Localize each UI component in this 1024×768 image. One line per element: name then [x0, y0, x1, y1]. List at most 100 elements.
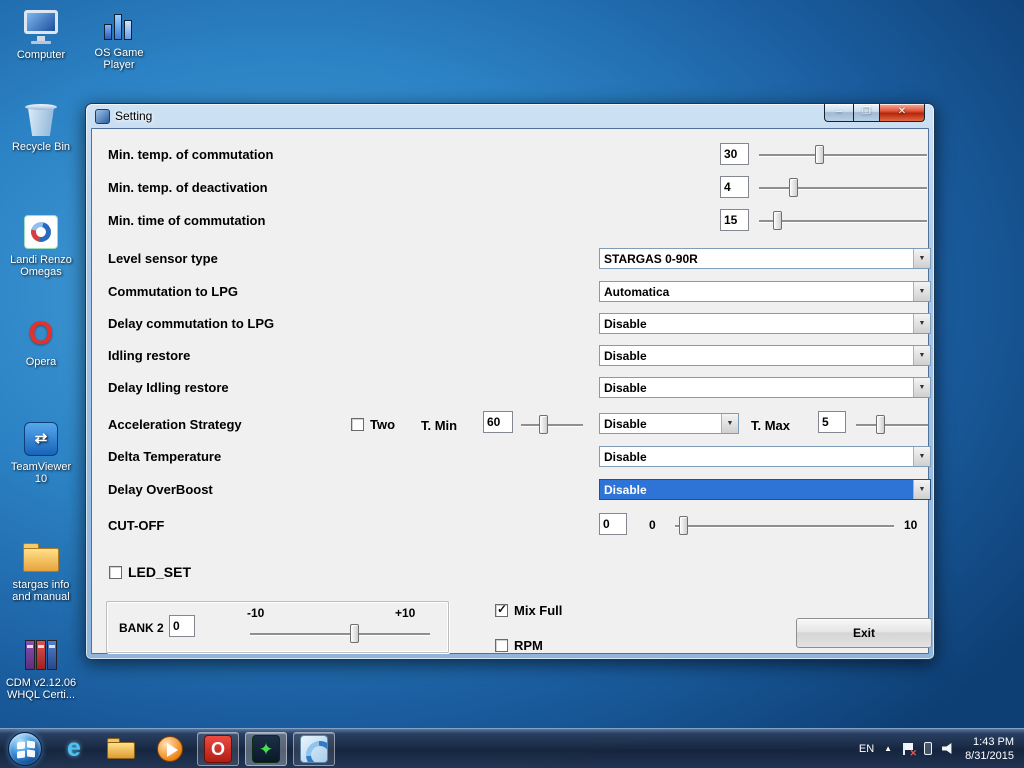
row-delay-commutation-to-lpg: Delay commutation to LPG Disable ▼: [92, 313, 928, 337]
maximize-button[interactable]: ❐: [853, 104, 880, 122]
slider-thumb[interactable]: [876, 415, 885, 434]
stargas-app-icon: ✦: [252, 735, 280, 763]
chevron-down-icon[interactable]: ▼: [913, 480, 930, 499]
row-commutation-to-lpg: Commutation to LPG Automatica ▼: [92, 281, 928, 305]
level-sensor-type-dropdown[interactable]: STARGAS 0-90R ▼: [599, 248, 931, 269]
chevron-down-icon[interactable]: ▼: [913, 447, 930, 466]
row-idling-restore: Idling restore Disable ▼: [92, 345, 928, 369]
tmin-value[interactable]: [483, 411, 513, 433]
bank2-slider[interactable]: [250, 633, 430, 635]
row-label: Level sensor type: [108, 251, 218, 266]
chevron-down-icon[interactable]: ▼: [913, 346, 930, 365]
volume-icon[interactable]: [942, 743, 955, 754]
checkbox-box[interactable]: [109, 566, 122, 579]
checkbox-label: Mix Full: [514, 603, 562, 618]
clock[interactable]: 1:43 PM 8/31/2015: [965, 735, 1014, 763]
two-checkbox[interactable]: Two: [351, 417, 395, 432]
slider-thumb[interactable]: [679, 516, 688, 535]
taskbar-media-player[interactable]: [149, 732, 191, 766]
titlebar[interactable]: Setting – ❐ ✕: [91, 104, 929, 128]
commutation-to-lpg-dropdown[interactable]: Automatica ▼: [599, 281, 931, 302]
cut-off-value[interactable]: [599, 513, 627, 535]
desktop-icon-label: Landi Renzo Omegas: [4, 254, 78, 278]
min-temp-deactivation-value[interactable]: [720, 176, 749, 198]
row-delay-overboost: Delay OverBoost Disable ▼: [92, 479, 928, 503]
desktop-icon-computer[interactable]: Computer: [4, 8, 78, 61]
acceleration-strategy-dropdown[interactable]: Disable ▼: [599, 413, 739, 434]
desktop-icon-opera[interactable]: O Opera: [4, 315, 78, 368]
exit-button[interactable]: Exit: [796, 618, 932, 648]
dropdown-value: Disable: [600, 483, 913, 497]
slider-thumb[interactable]: [350, 624, 359, 643]
delay-overboost-dropdown[interactable]: Disable ▼: [599, 479, 931, 500]
row-acceleration-strategy: Acceleration Strategy Two T. Min Disable…: [92, 413, 928, 437]
computer-icon: [21, 8, 61, 46]
window-client-area: Min. temp. of commutation Min. temp. of …: [91, 128, 929, 654]
opera-icon: O: [204, 735, 232, 763]
desktop-icon-label: Recycle Bin: [4, 141, 78, 153]
chevron-down-icon[interactable]: ▼: [913, 249, 930, 268]
chevron-down-icon[interactable]: ▼: [913, 378, 930, 397]
window-icon: [95, 109, 110, 124]
delay-idling-restore-dropdown[interactable]: Disable ▼: [599, 377, 931, 398]
bank2-value[interactable]: [169, 615, 195, 637]
mix-full-checkbox[interactable]: Mix Full: [495, 603, 562, 618]
checkbox-box[interactable]: [495, 604, 508, 617]
desktop-icon-cdm-driver[interactable]: CDM v2.12.06 WHQL Certi...: [4, 636, 78, 701]
row-level-sensor-type: Level sensor type STARGAS 0-90R ▼: [92, 248, 928, 272]
checkbox-box[interactable]: [495, 639, 508, 652]
minimize-button[interactable]: –: [824, 104, 853, 122]
idling-restore-dropdown[interactable]: Disable ▼: [599, 345, 931, 366]
desktop-icon-stargas-folder[interactable]: stargas info and manual: [4, 538, 78, 603]
desktop-icon-teamviewer[interactable]: ⇄ TeamViewer 10: [4, 420, 78, 485]
min-time-commutation-slider[interactable]: [759, 220, 927, 222]
dropdown-value: Disable: [600, 381, 913, 395]
tmax-slider[interactable]: [856, 424, 928, 426]
checkbox-label: Two: [370, 417, 395, 432]
taskbar-stargas-app[interactable]: ✦: [245, 732, 287, 766]
slider-thumb[interactable]: [789, 178, 798, 197]
taskbar-opera[interactable]: O: [197, 732, 239, 766]
delta-temperature-dropdown[interactable]: Disable ▼: [599, 446, 931, 467]
taskbar-explorer[interactable]: [101, 732, 143, 766]
taskbar-paint-app[interactable]: [293, 732, 335, 766]
recycle-bin-icon: [21, 100, 61, 138]
chevron-down-icon[interactable]: ▼: [913, 314, 930, 333]
taskbar-internet-explorer[interactable]: e: [53, 732, 95, 766]
tmax-value[interactable]: [818, 411, 846, 433]
action-center-icon[interactable]: ✕: [902, 743, 914, 755]
device-icon[interactable]: [924, 742, 932, 755]
led-set-checkbox[interactable]: LED_SET: [109, 564, 191, 580]
rpm-checkbox[interactable]: RPM: [495, 638, 543, 653]
show-hidden-icons-icon[interactable]: ▲: [884, 744, 892, 753]
chevron-down-icon[interactable]: ▼: [721, 414, 738, 433]
chevron-down-icon[interactable]: ▼: [913, 282, 930, 301]
close-button[interactable]: ✕: [880, 104, 925, 122]
min-time-commutation-value[interactable]: [720, 209, 749, 231]
desktop-icon-label: OS Game Player: [82, 47, 156, 71]
checkbox-label: RPM: [514, 638, 543, 653]
desktop-icon-landi-renzo-omegas[interactable]: Landi Renzo Omegas: [4, 213, 78, 278]
slider-thumb[interactable]: [773, 211, 782, 230]
min-temp-commutation-value[interactable]: [720, 143, 749, 165]
language-indicator[interactable]: EN: [859, 743, 874, 755]
paint-app-icon: [300, 735, 328, 763]
slider-thumb[interactable]: [815, 145, 824, 164]
tmin-slider[interactable]: [521, 424, 583, 426]
start-button[interactable]: [8, 732, 42, 766]
desktop-icon-recycle-bin[interactable]: Recycle Bin: [4, 100, 78, 153]
checkbox-box[interactable]: [351, 418, 364, 431]
row-label: CUT-OFF: [108, 518, 164, 533]
min-temp-commutation-slider[interactable]: [759, 154, 927, 156]
desktop-icon-os-game-player[interactable]: OS Game Player: [82, 6, 156, 71]
system-tray: EN ▲ ✕ 1:43 PM 8/31/2015: [859, 735, 1024, 763]
slider-thumb[interactable]: [539, 415, 548, 434]
teamviewer-icon: ⇄: [21, 420, 61, 458]
bank2-max-label: +10: [395, 606, 415, 620]
row-label: Delay commutation to LPG: [108, 316, 274, 331]
delay-commutation-to-lpg-dropdown[interactable]: Disable ▼: [599, 313, 931, 334]
cut-off-slider[interactable]: [675, 525, 894, 527]
taskbar: e O ✦ EN ▲ ✕ 1:43 PM 8/31/2015: [0, 728, 1024, 768]
dropdown-value: Disable: [600, 417, 721, 431]
min-temp-deactivation-slider[interactable]: [759, 187, 927, 189]
